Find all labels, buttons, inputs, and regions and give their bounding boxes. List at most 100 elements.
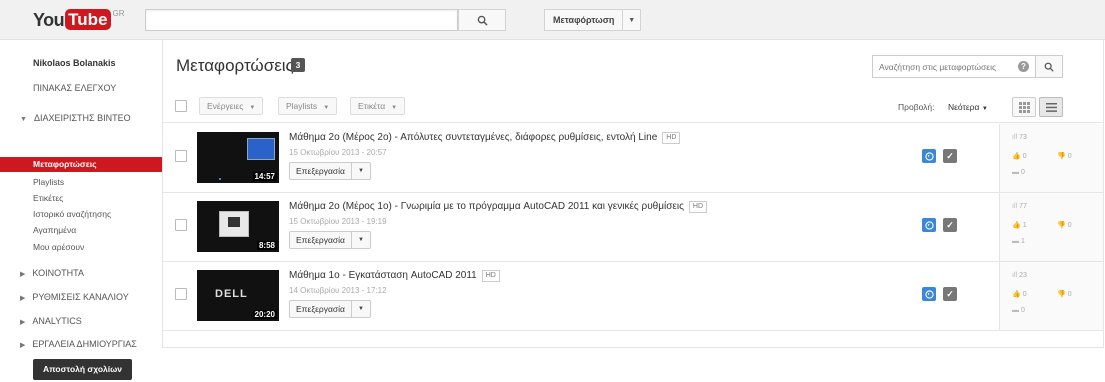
video-thumbnail[interactable]: DELL 20:20 [197,270,279,321]
thumbnail-window-graphic [219,211,249,237]
bar-chart-icon: ıll [1012,203,1018,210]
masthead: You Tube GR Μεταφόρτωση ▼ [0,0,1105,40]
views-stat: ıll 77 [1012,203,1027,210]
youtube-logo[interactable]: You Tube GR [33,9,125,31]
video-title[interactable]: Μάθημα 2ο (Μέρος 1ο) - Γνωριμία με το πρ… [289,201,708,213]
comment-icon: ▬ [1012,238,1019,245]
help-icon[interactable]: ? [1018,61,1029,72]
bulk-actions-toolbar: Ενέργειες ▼ Playlists ▼ Ετικέτα ▼ Προβολή: … [163,89,1103,123]
uploads-search-input[interactable] [873,56,1013,77]
checkmark-icon: ✓ [943,287,957,301]
sidebar-item-likes[interactable]: Μου αρέσουν [33,242,84,252]
search-button[interactable] [458,9,506,31]
list-view-button[interactable] [1039,97,1063,117]
search-icon [1044,62,1054,72]
public-globe-icon[interactable] [922,287,936,301]
likes-stat: 👍 0 [1012,152,1027,160]
duration-badge: 8:58 [256,241,277,250]
sidebar-item-label: Μεταφορτώσεις [33,159,97,169]
edit-button[interactable]: Επεξεργασία ▼ [289,231,371,249]
sort-value: Νεότερα [948,102,980,112]
video-row[interactable]: DELL 20:20 Μάθημα 1ο - Εγκατάσταση AutoC… [163,262,1103,331]
bar-chart-icon: ıll [1012,134,1018,141]
chevron-down-icon[interactable]: ▼ [352,306,370,312]
sidebar-item-tags[interactable]: Ετικέτες [33,193,63,203]
sidebar-section-video-manager[interactable]: ▼ ΔΙΑΧΕΙΡΙΣΤΗΣ ΒΙΝΤΕΟ [20,113,131,123]
public-globe-icon[interactable] [922,218,936,232]
search-icon [477,15,488,26]
uploads-search[interactable]: ? [872,55,1036,78]
list-icon [1045,102,1057,112]
tag-button[interactable]: Ετικέτα ▼ [350,97,406,115]
select-all-checkbox[interactable] [175,100,187,112]
actions-button[interactable]: Ενέργειες ▼ [199,97,264,115]
video-checkbox[interactable] [175,150,187,162]
hd-badge: HD [662,132,681,144]
sidebar-item-dashboard[interactable]: ΠΙΝΑΚΑΣ ΕΛΕΓΧΟΥ [33,83,116,93]
video-title[interactable]: Μάθημα 1ο - Εγκατάσταση AutoCAD 2011 HD [289,270,500,282]
dislikes-stat: 👎 0 [1057,152,1072,160]
video-row[interactable]: 14:57 Μάθημα 2ο (Μέρος 2ο) - Απόλυτες συ… [163,124,1103,193]
channel-name[interactable]: Nikolaos Bolanakis [33,58,116,68]
uploads-search-button[interactable] [1035,55,1063,78]
video-title-text: Μάθημα 2ο (Μέρος 1ο) - Γνωριμία με το πρ… [289,201,684,212]
chevron-down-icon: ▼ [391,105,398,111]
public-globe-icon[interactable] [922,149,936,163]
upload-count-badge: 3 [291,58,305,72]
views-stat: ıll 73 [1012,134,1027,141]
comments-count: 0 [1021,307,1025,314]
page-title: Μεταφορτώσεις [176,56,294,75]
thumbs-up-icon: 👍 [1012,153,1021,160]
edit-button[interactable]: Επεξεργασία ▼ [289,162,371,180]
sidebar-item-favorites[interactable]: Αγαπημένα [33,225,76,235]
video-checkbox[interactable] [175,219,187,231]
logo-tube-text: Tube [65,9,111,30]
chevron-down-icon[interactable]: ▼ [352,237,370,243]
thumbnail-brand-text: DELL [215,288,248,300]
edit-button[interactable]: Επεξεργασία ▼ [289,300,371,318]
dislikes-count: 0 [1067,291,1072,298]
dislikes-count: 0 [1067,153,1072,160]
sidebar-item-uploads[interactable]: Μεταφορτώσεις [0,157,162,172]
likes-count: 1 [1022,222,1027,229]
video-thumbnail[interactable]: 8:58 [197,201,279,252]
edit-button-label: Επεξεργασία [290,301,352,317]
video-stats: ıll 77 👍 1 👎 0 ▬ 1 [999,193,1103,261]
sidebar: Nikolaos Bolanakis ΠΙΝΑΚΑΣ ΕΛΕΓΧΟΥ ▼ ΔΙΑΧ… [0,40,162,382]
edit-button-label: Επεξεργασία [290,163,352,179]
sidebar-item-search-history[interactable]: Ιστορικό αναζήτησης [33,209,111,219]
thumbs-up-icon: 👍 [1012,291,1021,298]
thumbs-down-icon: 👎 [1057,153,1066,160]
playlists-button[interactable]: Playlists ▼ [278,97,338,115]
upload-button[interactable]: Μεταφόρτωση ▼ [544,9,641,31]
logo-you-text: You [33,10,65,30]
sort-dropdown[interactable]: Νεότερα ▼ [948,102,988,112]
sidebar-section-analytics[interactable]: ▶ ANALYTICS [20,316,82,326]
chevron-down-icon[interactable]: ▼ [623,17,640,24]
sidebar-section-channel-settings[interactable]: ▶ ΡΥΘΜΙΣΕΙΣ ΚΑΝΑΛΙΟΥ [20,292,129,302]
duration-badge: 14:57 [252,172,277,181]
grid-icon [1018,101,1030,113]
duration-badge: 20:20 [252,310,277,319]
views-stat: ıll 23 [1012,272,1027,279]
view-label: Προβολή: [898,102,935,112]
search-input[interactable] [145,9,458,31]
thumbs-up-icon: 👍 [1012,222,1021,229]
video-thumbnail[interactable]: 14:57 [197,132,279,183]
video-title[interactable]: Μάθημα 2ο (Μέρος 2ο) - Απόλυτες συντεταγ… [289,132,681,144]
video-checkbox[interactable] [175,288,187,300]
grid-view-button[interactable] [1012,97,1036,117]
video-stats: ıll 73 👍 0 👎 0 ▬ 0 [999,124,1103,192]
likes-count: 0 [1022,153,1027,160]
section-label: ΔΙΑΧΕΙΡΙΣΤΗΣ ΒΙΝΤΕΟ [33,113,131,123]
comment-icon: ▬ [1012,169,1019,176]
thumbs-down-icon: 👎 [1057,291,1066,298]
chevron-down-icon[interactable]: ▼ [352,168,370,174]
views-count: 77 [1019,203,1027,210]
sidebar-section-community[interactable]: ▶ ΚΟΙΝΟΤΗΤΑ [20,268,84,278]
sidebar-item-playlists[interactable]: Playlists [33,177,64,187]
sidebar-section-creation-tools[interactable]: ▶ ΕΡΓΑΛΕΙΑ ΔΗΜΙΟΥΡΓΙΑΣ [20,339,137,349]
send-feedback-button[interactable]: Αποστολή σχολίων [33,359,132,380]
expand-arrow-icon: ▶ [20,295,26,302]
video-row[interactable]: 8:58 Μάθημα 2ο (Μέρος 1ο) - Γνωριμία με … [163,193,1103,262]
